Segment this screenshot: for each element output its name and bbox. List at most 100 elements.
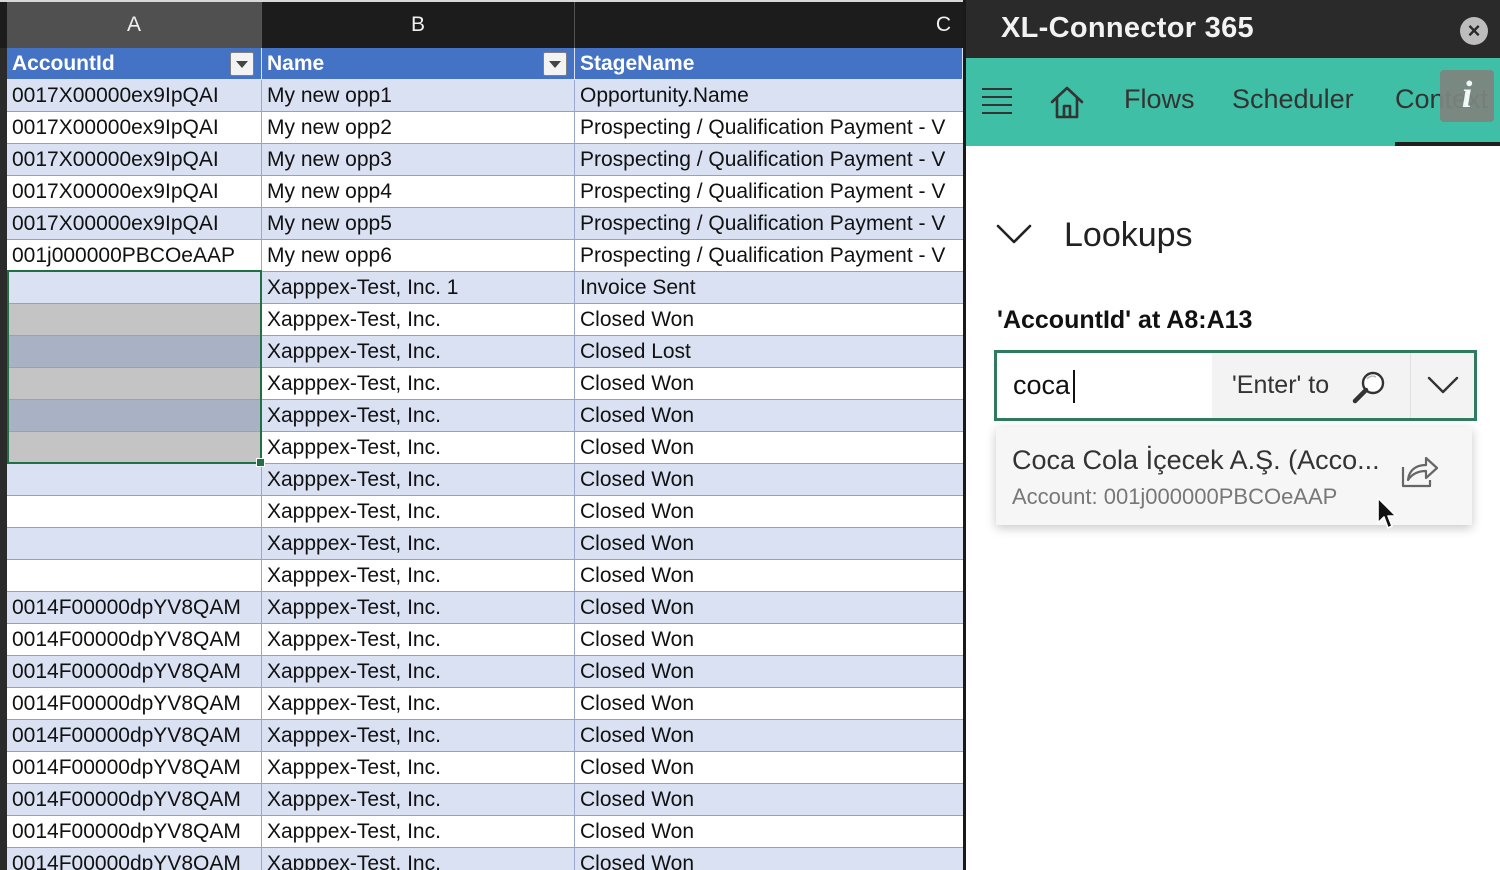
cell-stagename[interactable]: Prospecting / Qualification Payment - V (575, 240, 963, 272)
cell-accountid[interactable] (7, 272, 262, 304)
cell-stagename[interactable]: Closed Won (575, 592, 963, 624)
cell-accountid[interactable]: 0014F00000dpYV8QAM (7, 592, 262, 624)
cell-accountid[interactable] (7, 368, 262, 400)
lookup-search-input[interactable] (997, 353, 1212, 418)
share-icon[interactable] (1399, 453, 1439, 489)
cell-stagename[interactable]: Closed Won (575, 496, 963, 528)
cell-accountid[interactable]: 0014F00000dpYV8QAM (7, 688, 262, 720)
section-title-lookups[interactable]: Lookups (1064, 216, 1193, 255)
cell-accountid[interactable]: 0017X00000ex9IpQAI (7, 208, 262, 240)
cell-stagename[interactable]: Prospecting / Qualification Payment - V (575, 208, 963, 240)
cell-name[interactable]: My new opp3 (262, 144, 575, 176)
column-header-b[interactable]: B (262, 2, 575, 48)
cell-stagename[interactable]: Prospecting / Qualification Payment - V (575, 176, 963, 208)
cell-stagename[interactable]: Closed Won (575, 304, 963, 336)
cell-name[interactable]: Xapppex-Test, Inc. (262, 592, 575, 624)
cell-stagename[interactable]: Closed Won (575, 656, 963, 688)
cell-name[interactable]: Xapppex-Test, Inc. (262, 784, 575, 816)
header-cell-name[interactable]: Name (262, 48, 575, 80)
cell-name[interactable]: My new opp2 (262, 112, 575, 144)
cell-stagename[interactable]: Closed Won (575, 720, 963, 752)
pane-nav-bar: Flows Scheduler Context (966, 58, 1500, 146)
hamburger-icon[interactable] (982, 88, 1012, 114)
cell-accountid[interactable]: 001j000000PBCOeAAP (7, 240, 262, 272)
cell-accountid[interactable]: 0014F00000dpYV8QAM (7, 848, 262, 870)
search-icon[interactable] (1352, 369, 1388, 405)
filter-dropdown-icon[interactable] (230, 52, 254, 76)
cell-accountid[interactable]: 0017X00000ex9IpQAI (7, 112, 262, 144)
cell-name[interactable]: My new opp4 (262, 176, 575, 208)
table-row: Xapppex-Test, Inc. 1 Invoice Sent (7, 272, 963, 304)
cell-name[interactable]: Xapppex-Test, Inc. (262, 304, 575, 336)
cell-stagename[interactable]: Closed Won (575, 752, 963, 784)
cell-name[interactable]: Xapppex-Test, Inc. (262, 432, 575, 464)
cell-name[interactable]: Xapppex-Test, Inc. (262, 336, 575, 368)
cell-accountid[interactable]: 0014F00000dpYV8QAM (7, 720, 262, 752)
cell-accountid[interactable] (7, 464, 262, 496)
cell-accountid[interactable] (7, 560, 262, 592)
cell-name[interactable]: Xapppex-Test, Inc. (262, 368, 575, 400)
cell-stagename[interactable]: Closed Won (575, 528, 963, 560)
cell-stagename[interactable]: Prospecting / Qualification Payment - V (575, 112, 963, 144)
cell-accountid[interactable]: 0014F00000dpYV8QAM (7, 656, 262, 688)
cell-stagename[interactable]: Closed Won (575, 400, 963, 432)
cell-stagename[interactable]: Closed Won (575, 432, 963, 464)
cell-name[interactable]: My new opp1 (262, 80, 575, 112)
lookup-dropdown-button[interactable] (1410, 353, 1474, 418)
cell-stagename[interactable]: Opportunity.Name (575, 80, 963, 112)
cell-stagename[interactable]: Prospecting / Qualification Payment - V (575, 144, 963, 176)
cell-name[interactable]: Xapppex-Test, Inc. (262, 816, 575, 848)
cell-name[interactable]: Xapppex-Test, Inc. (262, 848, 575, 870)
home-icon[interactable] (1049, 84, 1085, 120)
cell-name[interactable]: Xapppex-Test, Inc. (262, 656, 575, 688)
cell-name[interactable]: Xapppex-Test, Inc. (262, 464, 575, 496)
cell-stagename[interactable]: Closed Won (575, 464, 963, 496)
cell-name[interactable]: Xapppex-Test, Inc. 1 (262, 272, 575, 304)
close-icon[interactable]: × (1460, 17, 1488, 45)
cell-stagename[interactable]: Closed Lost (575, 336, 963, 368)
cell-name[interactable]: Xapppex-Test, Inc. (262, 752, 575, 784)
cell-stagename[interactable]: Closed Won (575, 368, 963, 400)
cell-accountid[interactable]: 0014F00000dpYV8QAM (7, 752, 262, 784)
cell-name[interactable]: Xapppex-Test, Inc. (262, 560, 575, 592)
cell-accountid[interactable] (7, 528, 262, 560)
cell-accountid[interactable] (7, 496, 262, 528)
cell-stagename[interactable]: Closed Won (575, 848, 963, 870)
fill-handle[interactable] (256, 458, 265, 467)
cell-stagename[interactable]: Invoice Sent (575, 272, 963, 304)
cell-accountid[interactable] (7, 432, 262, 464)
tab-flows[interactable]: Flows (1124, 84, 1195, 115)
cell-name[interactable]: Xapppex-Test, Inc. (262, 528, 575, 560)
cell-name[interactable]: Xapppex-Test, Inc. (262, 400, 575, 432)
cell-stagename[interactable]: Closed Won (575, 816, 963, 848)
cell-accountid[interactable] (7, 400, 262, 432)
cell-stagename[interactable]: Closed Won (575, 624, 963, 656)
cell-accountid[interactable]: 0014F00000dpYV8QAM (7, 816, 262, 848)
cell-stagename[interactable]: Closed Won (575, 784, 963, 816)
cell-stagename[interactable]: Closed Won (575, 688, 963, 720)
chevron-down-icon[interactable] (996, 222, 1032, 248)
cell-name[interactable]: Xapppex-Test, Inc. (262, 624, 575, 656)
cell-stagename[interactable]: Closed Won (575, 560, 963, 592)
cell-name[interactable]: Xapppex-Test, Inc. (262, 720, 575, 752)
lookup-result-item[interactable]: Coca Cola İçecek A.Ş. (Acco... Account: … (996, 427, 1472, 525)
cell-accountid[interactable]: 0017X00000ex9IpQAI (7, 176, 262, 208)
header-cell-stagename[interactable]: StageName (575, 48, 963, 80)
cell-name[interactable]: My new opp5 (262, 208, 575, 240)
column-header-a[interactable]: A (7, 2, 262, 48)
column-header-c[interactable]: C (575, 2, 963, 48)
cell-accountid[interactable]: 0014F00000dpYV8QAM (7, 784, 262, 816)
cell-accountid[interactable]: 0017X00000ex9IpQAI (7, 80, 262, 112)
cell-accountid[interactable]: 0017X00000ex9IpQAI (7, 144, 262, 176)
cell-name[interactable]: Xapppex-Test, Inc. (262, 496, 575, 528)
filter-dropdown-icon[interactable] (543, 52, 567, 76)
header-cell-accountid[interactable]: AccountId (7, 48, 262, 80)
cell-accountid[interactable] (7, 304, 262, 336)
cell-name[interactable]: Xapppex-Test, Inc. (262, 688, 575, 720)
chevron-down-icon (1427, 376, 1459, 394)
cell-accountid[interactable]: 0014F00000dpYV8QAM (7, 624, 262, 656)
tab-scheduler[interactable]: Scheduler (1232, 84, 1354, 115)
info-icon[interactable]: i (1440, 70, 1494, 122)
cell-name[interactable]: My new opp6 (262, 240, 575, 272)
cell-accountid[interactable] (7, 336, 262, 368)
